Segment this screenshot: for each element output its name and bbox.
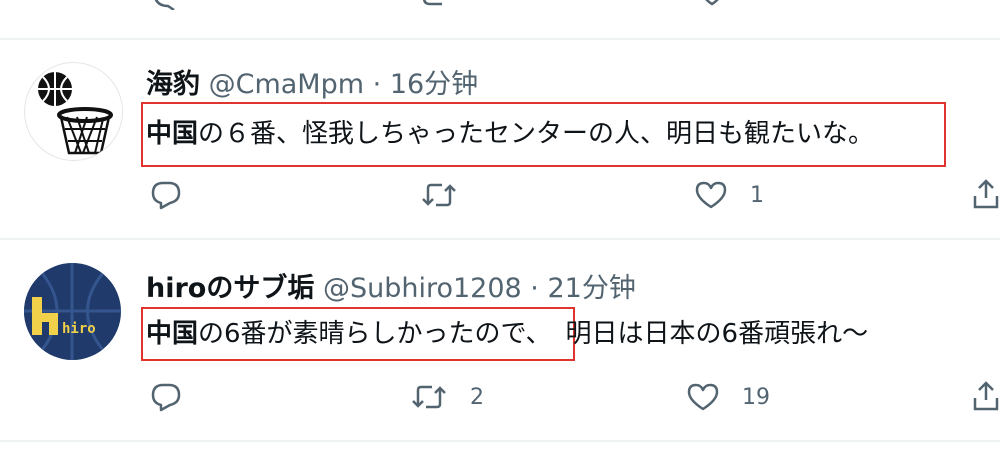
share-icon[interactable] [972, 0, 1000, 10]
separator: · [372, 69, 382, 100]
like-icon [695, 181, 727, 209]
like-button[interactable]: 19 [686, 382, 770, 412]
retweet-count: 2 [470, 384, 484, 410]
tweet-text: 中国の6番が素晴らしかったので、 明日は日本の6番頑張れ〜 [146, 316, 868, 352]
reply-button[interactable] [150, 382, 204, 412]
share-button[interactable] [972, 380, 1000, 412]
tweet-divider [0, 440, 1000, 442]
share-icon [973, 179, 999, 209]
avatar[interactable] [24, 62, 123, 161]
retweet-icon[interactable] [420, 0, 456, 10]
avatar[interactable]: hiro [24, 263, 121, 360]
tweet-text: 中国の６番、怪我しちゃったセンターの人、明日も観たいな。 [146, 116, 874, 152]
tweet-text-bold: 中国 [146, 119, 199, 149]
tweet-text-rest: の６番、怪我しちゃったセンターの人、明日も観たいな。 [198, 119, 875, 149]
previous-tweet-actions [0, 0, 1000, 10]
like-icon [687, 383, 719, 411]
basketball-hoop-icon [38, 72, 113, 155]
timestamp[interactable]: 16分钟 [390, 69, 478, 100]
retweet-icon [412, 385, 446, 409]
like-button[interactable]: 1 [694, 180, 764, 210]
retweet-icon [422, 183, 456, 207]
reply-icon [151, 383, 181, 412]
retweet-button[interactable]: 2 [410, 382, 484, 412]
reply-button[interactable] [150, 180, 204, 210]
reply-icon [151, 181, 181, 210]
like-count: 1 [750, 182, 764, 208]
tweet-text-bold: 中国 [146, 319, 199, 349]
like-count: 19 [742, 384, 770, 410]
display-name[interactable]: hiroのサブ垢 [146, 273, 314, 304]
timestamp[interactable]: 21分钟 [547, 273, 635, 304]
tweet[interactable]: hiro hiroのサブ垢 @Subhiro1208 · 21分钟 中国の6番が… [0, 240, 1000, 440]
tweet[interactable]: 海豹 @CmaMpm · 16分钟 中国の６番、怪我しちゃったセンターの人、明日… [0, 40, 1000, 238]
tweet-text-highlighted: の6番が素晴らしかったので、 [198, 319, 552, 349]
tweet-header: hiroのサブ垢 @Subhiro1208 · 21分钟 [146, 266, 636, 305]
user-handle[interactable]: @CmaMpm [209, 69, 364, 100]
tweet-header: 海豹 @CmaMpm · 16分钟 [146, 62, 478, 101]
avatar-text: hiro [62, 321, 96, 337]
separator: · [530, 273, 539, 304]
basketball-logo-icon: hiro [24, 263, 121, 360]
display-name[interactable]: 海豹 [146, 69, 200, 100]
reply-icon[interactable] [150, 0, 180, 10]
retweet-button[interactable] [420, 180, 480, 210]
user-handle[interactable]: @Subhiro1208 [323, 273, 522, 304]
share-button[interactable] [972, 178, 1000, 210]
like-icon[interactable] [696, 0, 728, 10]
share-icon [973, 381, 999, 411]
tweet-text-rest: 明日は日本の6番頑張れ〜 [565, 319, 869, 349]
